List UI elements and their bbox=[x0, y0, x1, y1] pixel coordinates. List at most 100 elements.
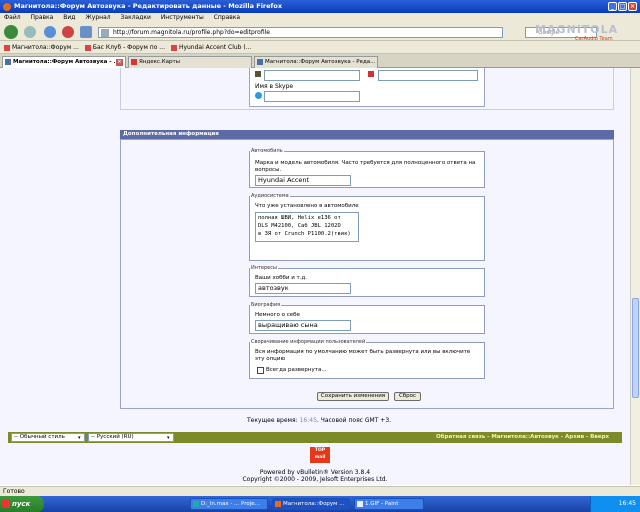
start-label: пуск bbox=[12, 500, 31, 508]
system-tray: 16:45 bbox=[590, 496, 640, 512]
windows-logo-icon bbox=[2, 500, 10, 508]
audio-legend: Аудиосистема bbox=[251, 193, 289, 199]
home-icon[interactable] bbox=[80, 26, 92, 38]
bookmark-icon bbox=[170, 44, 177, 51]
audio-line: в ЗЯ от Crunch P1100.2(твик) bbox=[258, 231, 351, 237]
task-firefox[interactable]: Магнитола::Форум ... bbox=[272, 498, 350, 510]
style-select[interactable]: -- Обычный стиль bbox=[11, 433, 85, 442]
task-3dsmax[interactable]: D:_ln.max - ... Proje... bbox=[190, 498, 268, 510]
page-content: Имя в Skype Дополнительная информация Ав… bbox=[0, 68, 630, 485]
stop-icon[interactable] bbox=[62, 26, 74, 38]
audio-line: DLS M42100, Саб JBL 1202D bbox=[258, 223, 341, 229]
task-paint[interactable]: 1.GIF - Paint bbox=[354, 498, 424, 510]
address-bar[interactable]: http://forum.magnitola.ru/profile.php?do… bbox=[98, 27, 503, 38]
bookmark-item[interactable]: Hyundai Accent Club (... bbox=[170, 44, 251, 51]
collapse-legend: Сворачивание информации пользователей bbox=[251, 339, 366, 345]
bookmark-item[interactable]: Бас Клуб - Форум по ... bbox=[84, 44, 165, 51]
tab-favicon bbox=[257, 59, 263, 65]
language-select[interactable]: -- Русский (RU) bbox=[88, 433, 174, 442]
bio-description: Немного о себе bbox=[255, 312, 300, 318]
contact-fieldset: Имя в Skype bbox=[249, 68, 485, 107]
tab-favicon bbox=[5, 59, 11, 65]
interests-legend: Интересы bbox=[251, 265, 277, 271]
bookmark-icon bbox=[84, 44, 91, 51]
reload-icon[interactable] bbox=[44, 26, 56, 38]
car-model-input[interactable]: Hyundai Accent bbox=[255, 175, 351, 186]
chevron-down-icon: ▾ bbox=[167, 435, 170, 441]
bio-input[interactable]: выращиваю сына bbox=[255, 320, 351, 331]
user-icon bbox=[255, 71, 261, 77]
always-expanded-label: Всегда развернута... bbox=[266, 367, 327, 373]
firefox-icon bbox=[3, 3, 11, 11]
car-description: Марка и модель автомобиля. Часто требует… bbox=[255, 160, 476, 173]
start-button[interactable]: пуск bbox=[0, 496, 44, 512]
bookmark-item[interactable]: Магнитола::Форум ... bbox=[4, 44, 79, 51]
logo-text: MAGNITOLA bbox=[535, 23, 619, 36]
footer-links[interactable]: Обратная связь - Магнитола::Автозвук - А… bbox=[436, 434, 609, 440]
bookmark-icon bbox=[4, 44, 10, 51]
back-arrow-icon[interactable] bbox=[4, 25, 18, 39]
skype-icon bbox=[255, 92, 262, 99]
always-expanded-checkbox[interactable] bbox=[257, 367, 264, 374]
additional-info-panel: Автомобиль Марка и модель автомобиля. Ча… bbox=[120, 139, 614, 409]
chevron-down-icon: ▾ bbox=[78, 435, 81, 441]
menu-file[interactable]: Файл bbox=[4, 14, 21, 21]
menu-edit[interactable]: Правка bbox=[31, 14, 54, 21]
menu-help[interactable]: Справка bbox=[214, 14, 240, 21]
audio-line: полная ШВИ, Helix e136 от bbox=[258, 215, 341, 221]
contact-field[interactable] bbox=[264, 70, 360, 81]
section-header: Дополнительная информация bbox=[120, 130, 614, 139]
audio-textarea[interactable]: полная ШВИ, Helix e136 от DLS M42100, Са… bbox=[255, 212, 359, 242]
site-favicon bbox=[101, 29, 109, 37]
navigation-toolbar: http://forum.magnitola.ru/profile.php?do… bbox=[0, 23, 640, 42]
clock[interactable]: 16:45 bbox=[619, 500, 636, 507]
site-logo: MAGNITOLA CarAudio Team bbox=[535, 3, 635, 42]
bio-fieldset: Биография Немного о себе выращиваю сына bbox=[249, 302, 485, 334]
audio-fieldset: Аудиосистема Что уже установлено в автом… bbox=[249, 193, 485, 261]
collapse-description: Вся информация по умолчанию может быть р… bbox=[255, 349, 471, 362]
interests-input[interactable]: автозвук bbox=[255, 283, 351, 294]
interests-fieldset: Интересы Ваши хобби и т.д. автозвук bbox=[249, 265, 485, 297]
save-button[interactable]: Сохранить изменения bbox=[317, 392, 389, 401]
car-legend: Автомобиль bbox=[251, 148, 283, 154]
close-tab-icon[interactable]: × bbox=[116, 59, 123, 66]
taskbar: пуск D:_ln.max - ... Proje... Магнитола:… bbox=[0, 496, 640, 512]
forward-arrow-icon[interactable] bbox=[24, 26, 36, 38]
yahoo-field[interactable] bbox=[378, 70, 478, 81]
topmail-counter-badge[interactable]: TOP mail bbox=[310, 447, 330, 463]
menu-tools[interactable]: Инструменты bbox=[161, 14, 204, 21]
menu-view[interactable]: Вид bbox=[63, 14, 75, 21]
current-time: Текущее время: 16:45. Часовой пояс GMT +… bbox=[247, 417, 391, 424]
tab-forum-edit[interactable]: Магнитола::Форум Автозвука - Реда... bbox=[254, 56, 378, 68]
task-label: Магнитола::Форум ... bbox=[283, 501, 345, 507]
paint-icon bbox=[357, 501, 363, 507]
vertical-scrollbar[interactable] bbox=[630, 68, 640, 485]
tab-forum[interactable]: Магнитола::Форум Автозвука - ... × bbox=[2, 56, 126, 68]
tab-label: Яндекс.Карты bbox=[139, 59, 181, 65]
menu-bookmarks[interactable]: Закладки bbox=[121, 14, 151, 21]
bio-legend: Биография bbox=[251, 302, 281, 308]
menu-history[interactable]: Журнал bbox=[85, 14, 110, 21]
car-fieldset: Автомобиль Марка и модель автомобиля. Ча… bbox=[249, 148, 485, 188]
tab-bar: Магнитола::Форум Автозвука - ... × Яндек… bbox=[0, 54, 640, 68]
scrollbar-thumb[interactable] bbox=[632, 298, 639, 398]
copyright-text: Copyright ©2000 - 2009, Jelsoft Enterpri… bbox=[242, 476, 388, 483]
time-value: 16:45 bbox=[299, 417, 317, 424]
powered-by-text: Powered by vBulletin® Version 3.8.4 bbox=[259, 469, 371, 476]
firefox-icon bbox=[275, 501, 281, 507]
skype-field[interactable] bbox=[264, 91, 360, 102]
tab-label: Магнитола::Форум Автозвука - ... bbox=[13, 59, 120, 65]
footer-bar: -- Обычный стиль ▾ -- Русский (RU) ▾ Обр… bbox=[8, 432, 622, 443]
task-label: 1.GIF - Paint bbox=[365, 501, 399, 507]
address-url: http://forum.magnitola.ru/profile.php?do… bbox=[113, 29, 270, 36]
yahoo-icon bbox=[368, 71, 374, 77]
time-prefix: Текущее время: bbox=[247, 417, 298, 424]
app-icon bbox=[193, 501, 199, 507]
contact-panel: Имя в Skype bbox=[120, 68, 614, 110]
time-suffix: . Часовой пояс GMT +3. bbox=[316, 417, 392, 424]
skype-label: Имя в Skype bbox=[255, 83, 294, 90]
tab-favicon bbox=[131, 59, 137, 65]
tab-yandex-maps[interactable]: Яндекс.Карты bbox=[128, 56, 252, 68]
status-bar: Готово bbox=[0, 486, 640, 496]
reset-button[interactable]: Сброс bbox=[394, 392, 421, 401]
